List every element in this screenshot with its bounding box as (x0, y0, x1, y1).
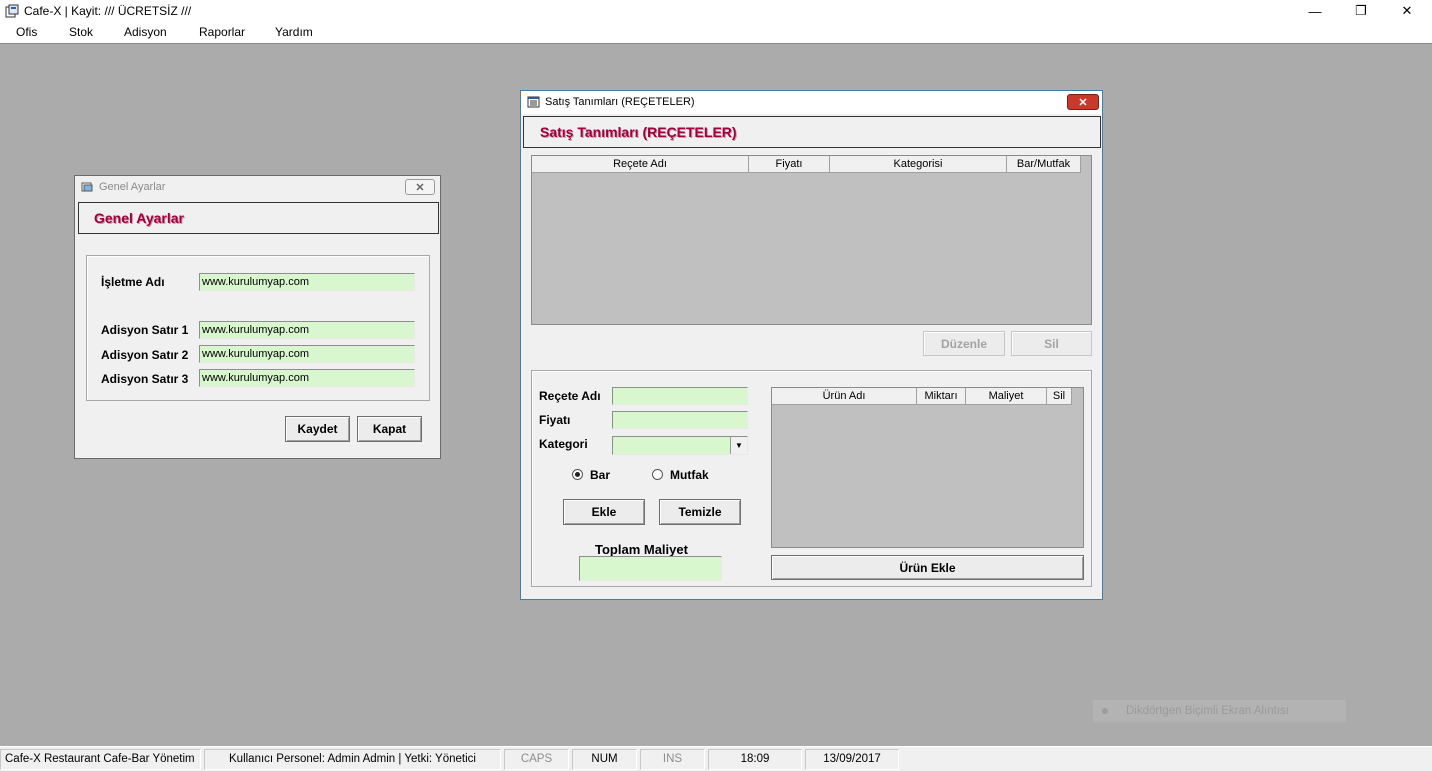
status-date: 13/09/2017 (805, 749, 899, 770)
fiyati-label: Fiyatı (539, 413, 571, 427)
genel-ayarlar-heading: Genel Ayarlar (94, 210, 185, 226)
chevron-down-icon[interactable]: ▼ (730, 437, 747, 454)
status-num: NUM (572, 749, 637, 770)
radio-bar-label[interactable]: Bar (590, 468, 610, 482)
window-icon (81, 182, 93, 192)
recipe-grid[interactable]: Reçete Adı Fiyatı Kategorisi Bar/Mutfak (531, 155, 1092, 325)
adisyon-satir-2-label: Adisyon Satır 2 (101, 348, 189, 362)
adisyon-satir-3-label: Adisyon Satır 3 (101, 372, 189, 386)
kaydet-button[interactable]: Kaydet (285, 416, 350, 442)
satis-tanimlari-titlebar[interactable]: Satış Tanımları (REÇETELER) ✕ (521, 91, 1102, 114)
product-grid[interactable]: Ürün Adı Miktarı Maliyet Sil (771, 387, 1084, 548)
col-recete-adi[interactable]: Reçete Adı (532, 156, 749, 173)
menu-stok[interactable]: Stok (69, 25, 93, 39)
menu-raporlar[interactable]: Raporlar (199, 25, 245, 39)
snipping-hint-text: Dikdörtgen Biçimli Ekran Alıntısı (1126, 705, 1289, 717)
satis-tanimlari-heading: Satış Tanımları (REÇETELER) (540, 124, 737, 140)
toplam-maliyet-label: Toplam Maliyet (595, 542, 688, 557)
window-title: Cafe-X | Kayit: /// ÜCRETSİZ /// (24, 4, 192, 18)
col-miktari[interactable]: Miktarı (917, 388, 966, 405)
window-icon (527, 96, 540, 108)
menu-ofis[interactable]: Ofis (16, 25, 37, 39)
menu-adisyon[interactable]: Adisyon (124, 25, 167, 39)
menu-yardim[interactable]: Yardım (275, 25, 313, 39)
product-grid-header: Ürün Adı Miktarı Maliyet Sil (772, 388, 1072, 405)
status-app-name: Cafe-X Restaurant Cafe-Bar Yönetim (0, 749, 201, 770)
genel-ayarlar-header: Genel Ayarlar (78, 202, 439, 234)
col-urun-adi[interactable]: Ürün Adı (772, 388, 917, 405)
adisyon-satir-3-input[interactable]: www.kurulumyap.com (199, 369, 415, 387)
status-ins: INS (640, 749, 705, 770)
duzenle-button[interactable]: Düzenle (923, 331, 1005, 356)
close-icon[interactable]: ✕ (405, 179, 435, 195)
minimize-button[interactable]: — (1292, 0, 1338, 22)
genel-ayarlar-window-title: Genel Ayarlar (99, 181, 166, 193)
sil-button[interactable]: Sil (1011, 331, 1092, 356)
status-time: 18:09 (708, 749, 802, 770)
genel-ayarlar-window: Genel Ayarlar ✕ Genel Ayarlar İşletme Ad… (74, 175, 441, 459)
radio-mutfak-label[interactable]: Mutfak (670, 468, 709, 482)
urun-ekle-button[interactable]: Ürün Ekle (771, 555, 1084, 580)
col-bar-mutfak[interactable]: Bar/Mutfak (1007, 156, 1081, 173)
kapat-button[interactable]: Kapat (357, 416, 422, 442)
satis-tanimlari-window: Satış Tanımları (REÇETELER) ✕ Satış Tanı… (520, 90, 1103, 600)
recete-adi-input[interactable] (612, 387, 748, 405)
status-user: Kullanıcı Personel: Admin Admin | Yetki:… (204, 749, 501, 770)
fiyati-input[interactable] (612, 411, 748, 429)
satis-tanimlari-header: Satış Tanımları (REÇETELER) (523, 116, 1101, 148)
adisyon-satir-2-input[interactable]: www.kurulumyap.com (199, 345, 415, 363)
ekle-button[interactable]: Ekle (563, 499, 645, 525)
circle-icon (1102, 708, 1108, 714)
menu-bar: Ofis Stok Adisyon Raporlar Yardım (0, 23, 1432, 43)
recipe-grid-header: Reçete Adı Fiyatı Kategorisi Bar/Mutfak (532, 156, 1081, 173)
main-titlebar: Cafe-X | Kayit: /// ÜCRETSİZ /// — ❐ ✕ (0, 0, 1432, 23)
satis-tanimlari-window-title: Satış Tanımları (REÇETELER) (545, 96, 695, 108)
col-maliyet[interactable]: Maliyet (966, 388, 1047, 405)
col-fiyati[interactable]: Fiyatı (749, 156, 830, 173)
status-caps: CAPS (504, 749, 569, 770)
col-sil[interactable]: Sil (1047, 388, 1072, 405)
snipping-hint: Dikdörtgen Biçimli Ekran Alıntısı (1093, 700, 1346, 722)
close-button[interactable]: ✕ (1384, 0, 1430, 22)
isletme-adi-label: İşletme Adı (101, 275, 165, 289)
status-bar: Cafe-X Restaurant Cafe-Bar Yönetim Kulla… (0, 746, 1432, 771)
recete-adi-label: Reçete Adı (539, 389, 601, 403)
restore-button[interactable]: ❐ (1338, 0, 1384, 22)
col-kategorisi[interactable]: Kategorisi (830, 156, 1007, 173)
radio-bar[interactable] (572, 469, 583, 480)
kategori-select[interactable]: ▼ (612, 436, 748, 455)
genel-ayarlar-titlebar[interactable]: Genel Ayarlar ✕ (75, 176, 440, 199)
adisyon-satir-1-input[interactable]: www.kurulumyap.com (199, 321, 415, 339)
adisyon-satir-1-label: Adisyon Satır 1 (101, 323, 189, 337)
toplam-maliyet-field (579, 556, 722, 581)
isletme-adi-input[interactable]: www.kurulumyap.com (199, 273, 415, 291)
close-icon[interactable]: ✕ (1067, 94, 1099, 110)
radio-mutfak[interactable] (652, 469, 663, 480)
kategori-label: Kategori (539, 437, 588, 451)
temizle-button[interactable]: Temizle (659, 499, 741, 525)
app-icon (5, 4, 19, 18)
